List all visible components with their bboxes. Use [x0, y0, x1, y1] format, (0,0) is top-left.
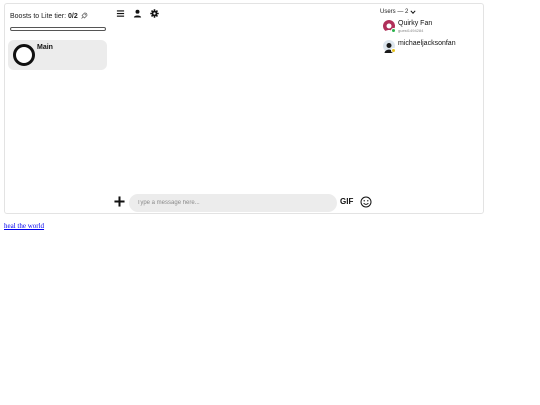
boost-status: Boosts to Lite tier: 0/2 — [10, 12, 88, 20]
profile-button[interactable] — [132, 8, 142, 18]
menu-button[interactable] — [115, 8, 125, 18]
avatar — [383, 40, 396, 53]
user-name: michaeljacksonfan — [398, 40, 456, 47]
server-avatar — [13, 44, 35, 66]
plus-icon — [114, 196, 125, 207]
users-header-label: Users — 2 — [380, 9, 409, 15]
status-badge — [391, 28, 396, 33]
server-item-main[interactable]: Main — [8, 40, 107, 70]
user-list-item[interactable]: Quirky Fan guest1494284 — [383, 20, 432, 33]
menu-icon — [116, 9, 124, 17]
message-input[interactable] — [129, 194, 337, 212]
boost-count: 0/2 — [68, 12, 78, 20]
gear-icon — [149, 8, 159, 18]
user-name: Quirky Fan — [398, 20, 433, 27]
boost-progress-bar — [10, 27, 106, 31]
status-badge — [391, 48, 396, 53]
server-name: Main — [37, 44, 53, 51]
user-list-item[interactable]: michaeljacksonfan — [383, 40, 456, 53]
person-icon — [133, 9, 141, 18]
rocket-icon — [81, 12, 88, 19]
settings-button[interactable] — [149, 8, 159, 18]
users-header[interactable]: Users — 2 — [380, 9, 416, 15]
chevron-down-icon — [410, 10, 416, 14]
avatar — [383, 20, 396, 33]
add-attachment-button[interactable] — [113, 195, 126, 208]
user-subtitle: guest1494284 — [398, 28, 424, 33]
smiley-icon[interactable] — [360, 196, 372, 208]
footer-link[interactable]: heal the world — [4, 222, 44, 230]
boost-label: Boosts to Lite tier: — [10, 12, 67, 20]
gif-button[interactable]: GIF — [340, 197, 353, 206]
chat-app-window: Boosts to Lite tier: 0/2 Main Type a mes… — [4, 3, 484, 214]
